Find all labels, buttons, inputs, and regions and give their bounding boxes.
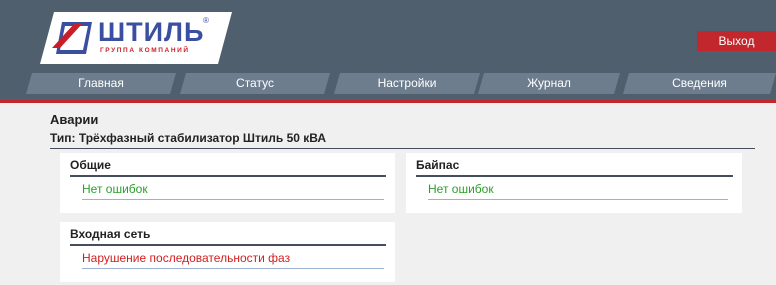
panel-divider [70,244,386,246]
tab-log[interactable]: Журнал [478,73,620,94]
tab-info[interactable]: Сведения [623,73,776,94]
panel-input-network: Входная сеть Нарушение последовательност… [60,222,395,282]
device-type: Тип: Трёхфазный стабилизатор Штиль 50 кВ… [50,131,326,145]
header-bar: ШТИЛЬ ® ГРУППА КОМПАНИЙ Выход Главная Ст… [0,0,776,102]
panel-title: Входная сеть [70,227,151,241]
page-title: Аварии [50,112,99,127]
message-underline [82,268,384,269]
header-accent-line [0,100,776,103]
logo-mark-icon [52,20,94,56]
tab-status[interactable]: Статус [180,73,330,94]
main-nav: Главная Статус Настройки Журнал Сведения [26,73,776,94]
panel-divider [70,175,386,177]
brand-logo[interactable]: ШТИЛЬ ® ГРУППА КОМПАНИЙ [40,12,232,64]
status-message: Нарушение последовательности фаз [82,251,291,265]
panel-general: Общие Нет ошибок [60,153,395,213]
tab-home[interactable]: Главная [26,73,176,94]
panel-title: Байпас [416,158,460,172]
panel-title: Общие [70,158,111,172]
divider [50,148,755,149]
status-message: Нет ошибок [428,182,494,196]
panel-bypass: Байпас Нет ошибок [406,153,742,213]
brand-name: ШТИЛЬ [98,17,205,47]
message-underline [82,199,384,200]
message-underline [428,199,728,200]
status-message: Нет ошибок [82,182,148,196]
tab-settings[interactable]: Настройки [334,73,480,94]
exit-button[interactable]: Выход [697,31,776,51]
brand-tagline: ГРУППА КОМПАНИЙ [100,47,190,54]
registered-mark: ® [203,16,209,25]
panel-divider [416,175,733,177]
